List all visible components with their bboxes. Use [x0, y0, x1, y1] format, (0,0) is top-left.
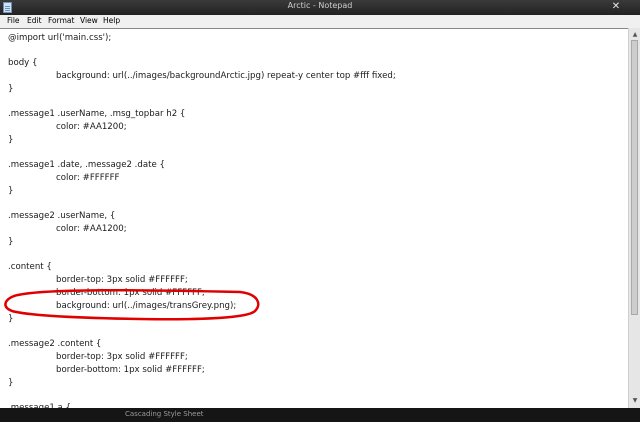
window-title: Arctic - Notepad — [287, 1, 353, 10]
code-line: } — [8, 84, 14, 94]
vertical-scrollbar[interactable]: ▲ ▼ — [628, 28, 640, 408]
menu-help[interactable]: Help — [103, 16, 120, 25]
code-line-highlighted: background: url(../images/transGrey.png)… — [56, 301, 237, 311]
scroll-up-icon[interactable]: ▲ — [631, 30, 639, 39]
menu-bar: File Edit Format View Help — [0, 15, 640, 28]
code-line: .message1 .date, .message2 .date { — [8, 160, 165, 170]
code-line: } — [8, 378, 14, 388]
menu-edit[interactable]: Edit — [27, 16, 42, 25]
code-line: @import url('main.css'); — [8, 33, 112, 43]
taskbar-item[interactable]: Cascading Style Sheet — [125, 410, 204, 418]
code-line: border-bottom: 1px solid #FFFFFF; — [56, 288, 205, 298]
text-editor[interactable]: @import url('main.css'); body { backgrou… — [0, 28, 628, 413]
code-line: border-top: 3px solid #FFFFFF; — [56, 352, 188, 362]
code-line: } — [8, 186, 14, 196]
code-line: border-bottom: 1px solid #FFFFFF; — [56, 365, 205, 375]
menu-format[interactable]: Format — [48, 16, 74, 25]
code-line: } — [8, 314, 14, 324]
code-line: .message1 .userName, .msg_topbar h2 { — [8, 109, 186, 119]
title-bar: Arctic - Notepad ✕ — [0, 0, 640, 15]
code-line: color: #AA1200; — [56, 224, 127, 234]
close-button[interactable]: ✕ — [606, 1, 626, 13]
code-line: .content { — [8, 262, 52, 272]
menu-view[interactable]: View — [80, 16, 98, 25]
code-line: .message2 .userName, { — [8, 211, 116, 221]
code-line: color: #FFFFFF — [56, 173, 120, 183]
scroll-thumb[interactable] — [631, 40, 638, 315]
taskbar: Cascading Style Sheet — [0, 408, 640, 422]
code-line: color: #AA1200; — [56, 122, 127, 132]
code-line: } — [8, 237, 14, 247]
code-line: border-top: 3px solid #FFFFFF; — [56, 275, 188, 285]
code-line: .message2 .content { — [8, 339, 102, 349]
code-line: body { — [8, 58, 38, 68]
menu-file[interactable]: File — [7, 16, 20, 25]
scroll-down-icon[interactable]: ▼ — [631, 396, 639, 405]
code-line: } — [8, 135, 14, 145]
code-line: background: url(../images/backgroundArct… — [56, 71, 396, 81]
